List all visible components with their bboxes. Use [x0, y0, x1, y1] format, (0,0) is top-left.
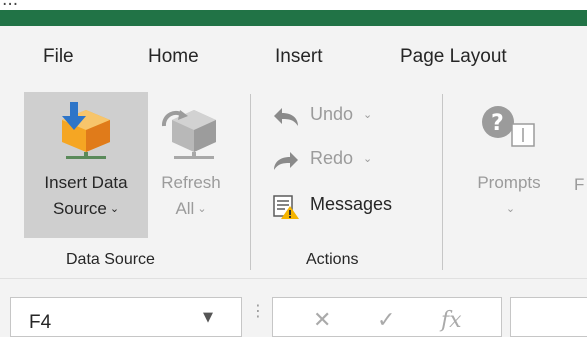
- name-box-value: F4: [29, 312, 52, 333]
- refresh-label-2: All: [175, 199, 195, 218]
- tab-home[interactable]: Home: [148, 46, 199, 68]
- prompts-label: Prompts: [477, 173, 541, 192]
- undo-button[interactable]: Undo ⌄: [270, 102, 390, 132]
- insert-function-icon[interactable]: fx: [441, 308, 462, 333]
- group-label-actions: Actions: [306, 251, 359, 268]
- chevron-down-icon: ⌄: [363, 109, 373, 121]
- clipped-button-label: F: [574, 175, 585, 194]
- svg-text:?: ?: [491, 111, 504, 136]
- tab-page-layout[interactable]: Page Layout: [400, 46, 507, 68]
- messages-icon: [270, 194, 302, 220]
- chevron-down-icon: ⌄: [109, 203, 120, 215]
- undo-icon: [270, 104, 302, 130]
- ribbon-tab-bar: File Home Insert Page Layout: [0, 26, 587, 88]
- formula-bar-resize-handle[interactable]: ⋮: [250, 301, 266, 320]
- refresh-icon: [150, 100, 232, 164]
- tab-insert[interactable]: Insert: [275, 46, 323, 68]
- redo-label: Redo: [310, 148, 354, 168]
- refresh-label-1: Refresh: [161, 173, 221, 192]
- undo-label: Undo: [310, 104, 354, 124]
- group-label-data-source: Data Source: [66, 251, 155, 268]
- tab-file[interactable]: File: [43, 46, 74, 68]
- title-bar-band: [0, 10, 587, 26]
- chevron-down-icon[interactable]: ▼: [203, 310, 213, 325]
- cancel-icon[interactable]: ✕: [313, 308, 331, 333]
- chevron-down-icon: ⌄: [363, 153, 373, 165]
- group-separator: [250, 94, 251, 270]
- insert-data-source-label-2: Source: [52, 199, 107, 218]
- ribbon: Insert Data Source ⌄ Refresh All ⌄ Undo …: [0, 88, 587, 278]
- redo-icon: [270, 148, 302, 174]
- formula-bar-buttons: ✕ ✓ fx: [272, 297, 502, 337]
- name-box[interactable]: F4 ▼: [10, 297, 242, 337]
- window-title-partial: ...: [2, 0, 19, 10]
- window-title-strip: ...: [0, 0, 587, 10]
- redo-button[interactable]: Redo ⌄: [270, 146, 390, 176]
- refresh-all-button[interactable]: Refresh All ⌄: [150, 92, 232, 238]
- insert-data-source-label-1: Insert Data: [44, 173, 128, 192]
- chevron-down-icon: ⌄: [505, 203, 516, 215]
- prompts-icon: ?: [460, 100, 558, 164]
- messages-button[interactable]: Messages: [270, 192, 420, 222]
- insert-data-source-icon: [24, 100, 148, 164]
- messages-label: Messages: [310, 194, 393, 214]
- insert-data-source-button[interactable]: Insert Data Source ⌄: [24, 92, 148, 238]
- enter-icon[interactable]: ✓: [377, 308, 395, 333]
- group-separator: [442, 94, 443, 270]
- prompts-button[interactable]: ? Prompts ⌄: [460, 92, 558, 238]
- formula-bar: F4 ▼ ⋮ ✕ ✓ fx: [0, 278, 587, 337]
- formula-input[interactable]: [510, 297, 587, 337]
- chevron-down-icon: ⌄: [197, 203, 207, 215]
